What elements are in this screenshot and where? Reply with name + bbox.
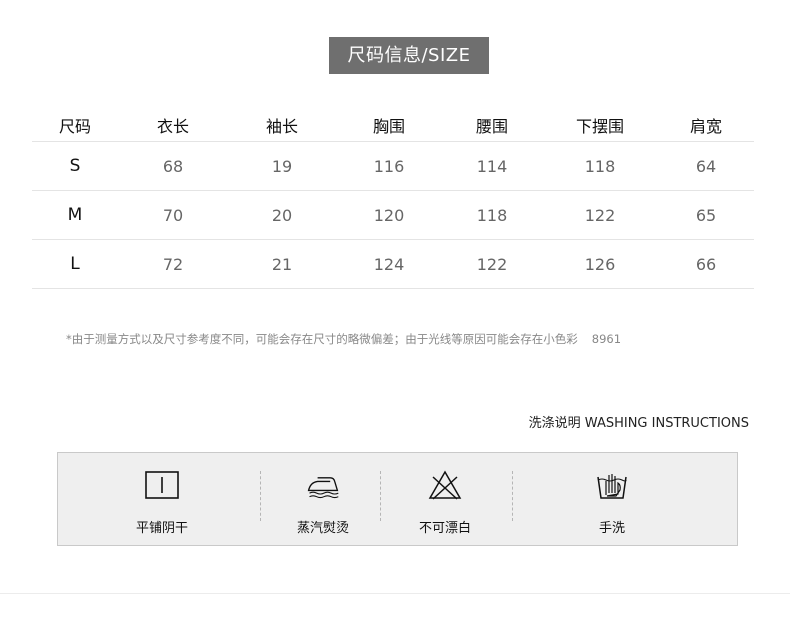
wash-item-steam-iron: 蒸汽熨烫 — [258, 453, 388, 545]
measurement-note: *由于测量方式以及尺寸参考度不同，可能会存在尺寸的略微偏差；由于光线等原因可能会… — [66, 331, 621, 347]
table-cell: 114 — [442, 141, 542, 191]
table-cell: 64 — [658, 141, 754, 191]
table-cell: 118 — [442, 190, 542, 240]
table-cell: 126 — [542, 239, 658, 289]
wash-label: 不可漂白 — [418, 521, 471, 536]
column-header: 肩宽 — [658, 109, 754, 142]
wash-label: 平铺阴干 — [135, 521, 188, 536]
table-cell: 120 — [336, 190, 442, 240]
column-header: 下摆围 — [542, 109, 658, 142]
column-header: 袖长 — [228, 109, 336, 142]
table-cell: 118 — [542, 141, 658, 191]
washing-panel: 平铺阴干 蒸汽熨烫 不可漂白 手洗 — [57, 452, 738, 546]
table-cell: 68 — [118, 141, 228, 191]
table-header-row: 尺码 衣长 袖长 胸围 腰围 下摆围 肩宽 — [32, 109, 754, 142]
no-bleach-icon — [428, 470, 462, 500]
table-cell: 72 — [118, 239, 228, 289]
size-table: 尺码 衣长 袖长 胸围 腰围 下摆围 肩宽 S 68 19 116 114 11… — [32, 109, 754, 289]
table-cell: 122 — [442, 239, 542, 289]
wash-label: 蒸汽熨烫 — [296, 521, 349, 536]
bottom-divider — [0, 593, 790, 594]
wash-item-flat-dry: 平铺阴干 — [97, 453, 227, 545]
table-cell: 122 — [542, 190, 658, 240]
table-cell: 70 — [118, 190, 228, 240]
table-cell: 124 — [336, 239, 442, 289]
section-title: 尺码信息/SIZE — [329, 37, 489, 74]
note-number: 8961 — [591, 332, 622, 346]
table-cell: 20 — [228, 190, 336, 240]
hand-wash-icon — [597, 474, 627, 499]
note-text: *由于测量方式以及尺寸参考度不同，可能会存在尺寸的略微偏差；由于光线等原因可能会… — [66, 332, 578, 346]
table-row: L 72 21 124 122 126 66 — [32, 239, 754, 289]
size-cell: L — [32, 239, 118, 289]
table-cell: 19 — [228, 141, 336, 191]
column-header: 衣长 — [118, 109, 228, 142]
divider — [512, 471, 513, 521]
wash-item-hand-wash: 手洗 — [547, 453, 677, 545]
steam-iron-icon — [307, 477, 339, 499]
column-header: 腰围 — [442, 109, 542, 142]
wash-label: 手洗 — [598, 521, 625, 536]
size-cell: M — [32, 190, 118, 240]
washing-title: 洗涤说明 WASHING INSTRUCTIONS — [528, 416, 749, 431]
table-cell: 65 — [658, 190, 754, 240]
wash-item-no-bleach: 不可漂白 — [380, 453, 510, 545]
flat-dry-shade-icon — [145, 471, 179, 499]
table-cell: 116 — [336, 141, 442, 191]
column-header: 胸围 — [336, 109, 442, 142]
table-row: S 68 19 116 114 118 64 — [32, 141, 754, 191]
column-header: 尺码 — [32, 109, 118, 142]
table-cell: 21 — [228, 239, 336, 289]
table-row: M 70 20 120 118 122 65 — [32, 190, 754, 240]
table-cell: 66 — [658, 239, 754, 289]
size-cell: S — [32, 141, 118, 191]
